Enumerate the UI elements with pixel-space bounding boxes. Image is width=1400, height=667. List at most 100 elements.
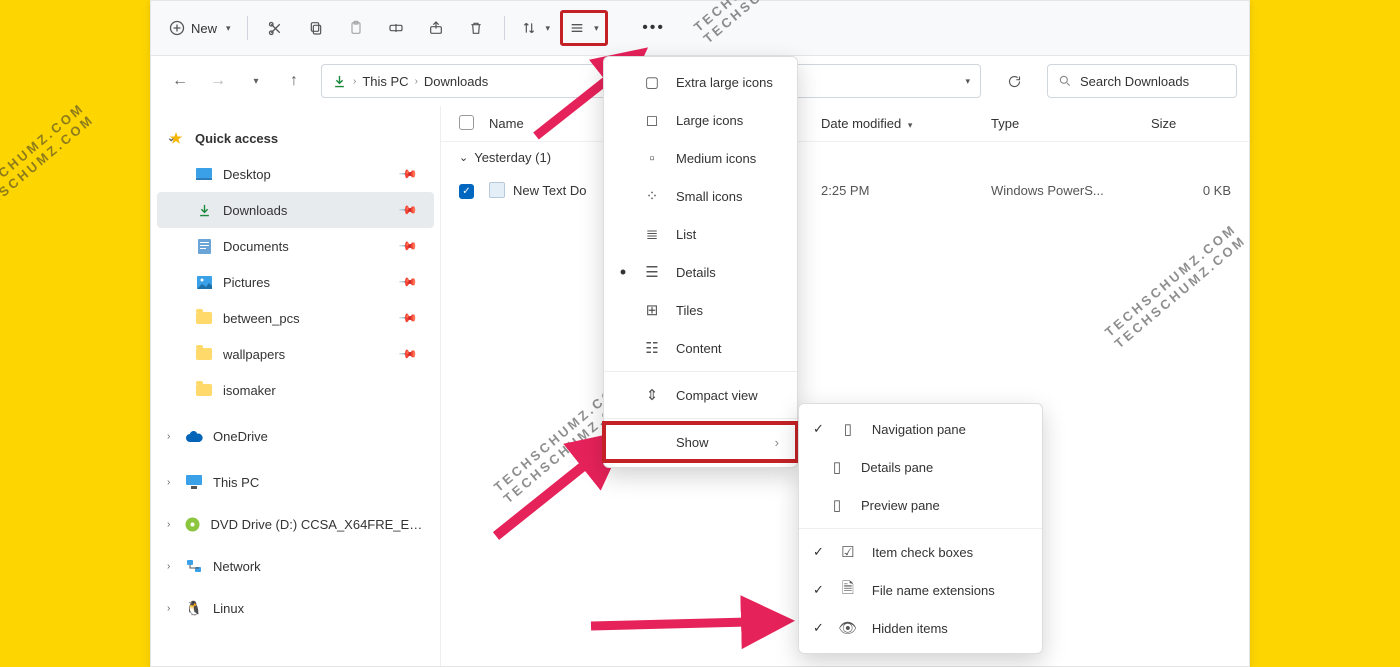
nav-pane-icon: ▯ — [838, 420, 858, 438]
file-date: 2:25 PM — [821, 183, 991, 198]
column-size[interactable]: Size — [1151, 116, 1231, 131]
search-box[interactable]: Search Downloads — [1047, 64, 1237, 98]
pin-icon: 📌 — [398, 344, 418, 364]
grid-sm-icon: ⁘ — [642, 187, 662, 205]
document-icon — [195, 237, 213, 255]
rename-button[interactable] — [378, 10, 414, 46]
submenu-navigation-pane[interactable]: ✓▯Navigation pane — [799, 410, 1042, 448]
sidebar-item-desktop[interactable]: Desktop📌 — [157, 156, 434, 192]
paste-button[interactable] — [338, 10, 374, 46]
sidebar-item-isomaker[interactable]: isomaker — [157, 372, 434, 408]
column-date[interactable]: Date modified ▾ — [821, 116, 991, 131]
pin-icon: 📌 — [398, 236, 418, 256]
pin-icon: 📌 — [398, 308, 418, 328]
refresh-icon — [1007, 74, 1022, 89]
sidebar-network[interactable]: ›Network — [157, 548, 434, 584]
delete-button[interactable] — [458, 10, 494, 46]
chevron-down-icon: ▾ — [226, 23, 231, 34]
pin-icon: 📌 — [398, 200, 418, 220]
checkbox-icon: ☑ — [838, 543, 858, 561]
submenu-preview-pane[interactable]: ▯Preview pane — [799, 486, 1042, 524]
scissors-icon — [267, 20, 284, 37]
breadcrumb-downloads[interactable]: Downloads — [424, 74, 488, 89]
pin-icon: 📌 — [398, 164, 418, 184]
chevron-right-icon: › — [775, 435, 779, 450]
folder-icon — [195, 309, 213, 327]
sidebar-linux[interactable]: ›🐧Linux — [157, 590, 434, 626]
check-icon: ✓ — [813, 620, 824, 636]
submenu-hidden-items[interactable]: ✓👁Hidden items — [799, 609, 1042, 647]
menu-show-submenu[interactable]: Show› — [604, 423, 797, 461]
chevron-down-icon: ▾ — [546, 23, 551, 34]
copy-button[interactable] — [298, 10, 334, 46]
new-button[interactable]: New ▾ — [163, 10, 237, 46]
compact-icon: ⇕ — [642, 386, 662, 404]
clipboard-icon — [348, 20, 364, 36]
breadcrumb-this-pc[interactable]: This PC — [362, 74, 408, 89]
share-button[interactable] — [418, 10, 454, 46]
submenu-item-check-boxes[interactable]: ✓☑Item check boxes — [799, 533, 1042, 571]
sidebar-onedrive[interactable]: ›OneDrive — [157, 418, 434, 454]
menu-medium-icons[interactable]: ▫Medium icons — [604, 139, 797, 177]
disc-icon — [185, 515, 201, 533]
view-button[interactable]: ▾ — [560, 10, 608, 46]
sidebar-dvd-drive[interactable]: ›DVD Drive (D:) CCSA_X64FRE_EN-US_D — [157, 506, 434, 542]
more-button[interactable]: ••• — [636, 10, 672, 46]
sidebar-item-wallpapers[interactable]: wallpapers📌 — [157, 336, 434, 372]
content-icon: ☷ — [642, 339, 662, 357]
sidebar-item-documents[interactable]: Documents📌 — [157, 228, 434, 264]
monitor-icon — [185, 473, 203, 491]
sort-icon — [521, 20, 537, 36]
chevron-right-icon: › — [353, 76, 356, 87]
chevron-down-icon: ⌄ — [459, 151, 468, 164]
recent-button[interactable]: ▾ — [239, 64, 273, 98]
grid-xl-icon: ▢ — [642, 73, 662, 91]
sidebar-this-pc[interactable]: ›This PC — [157, 464, 434, 500]
column-headers: Name Date modified ▾ Type Size — [441, 106, 1249, 142]
sidebar-item-downloads[interactable]: Downloads📌 — [157, 192, 434, 228]
menu-list[interactable]: ≣List — [604, 215, 797, 253]
back-button[interactable]: ← — [163, 64, 197, 98]
file-type: Windows PowerS... — [991, 183, 1151, 198]
pictures-icon — [195, 273, 213, 291]
menu-extra-large-icons[interactable]: ▢Extra large icons — [604, 63, 797, 101]
file-explorer-window: New ▾ ▾ ▾ ••• ← → ▾ ↑ › This PC › Downlo… — [150, 0, 1250, 667]
check-icon: ✓ — [813, 544, 824, 560]
row-checkbox[interactable]: ✓ — [459, 184, 474, 199]
menu-compact-view[interactable]: ⇕Compact view — [604, 376, 797, 414]
sidebar-item-between-pcs[interactable]: between_pcs📌 — [157, 300, 434, 336]
sidebar-item-pictures[interactable]: Pictures📌 — [157, 264, 434, 300]
sidebar-quick-access[interactable]: ⌄★Quick access — [157, 120, 434, 156]
plus-circle-icon — [169, 20, 185, 36]
rename-icon — [388, 20, 404, 36]
search-icon — [1058, 74, 1072, 88]
tiles-icon: ⊞ — [642, 301, 662, 319]
chevron-right-icon: › — [167, 431, 170, 442]
forward-button[interactable]: → — [201, 64, 235, 98]
menu-content[interactable]: ☷Content — [604, 329, 797, 367]
navigation-pane: ⌄★Quick access Desktop📌 Downloads📌 Docum… — [151, 106, 441, 666]
submenu-file-extensions[interactable]: ✓🗎File name extensions — [799, 571, 1042, 609]
chevron-down-icon[interactable]: ▾ — [965, 76, 970, 87]
command-bar: New ▾ ▾ ▾ ••• — [151, 1, 1249, 56]
network-icon — [185, 557, 203, 575]
search-placeholder: Search Downloads — [1080, 74, 1189, 89]
refresh-button[interactable] — [997, 64, 1031, 98]
column-type[interactable]: Type — [991, 116, 1151, 131]
file-row[interactable]: ✓ New Text Do 2:25 PM Windows PowerS... … — [441, 173, 1249, 207]
sort-button[interactable]: ▾ — [515, 10, 557, 46]
select-all-checkbox[interactable] — [459, 115, 474, 130]
eye-icon: 👁 — [838, 619, 858, 637]
list-icon: ≣ — [642, 225, 662, 243]
details-icon: ☰ — [642, 263, 662, 281]
cut-button[interactable] — [258, 10, 294, 46]
menu-small-icons[interactable]: ⁘Small icons — [604, 177, 797, 215]
submenu-details-pane[interactable]: ▯Details pane — [799, 448, 1042, 486]
menu-large-icons[interactable]: ◻Large icons — [604, 101, 797, 139]
menu-tiles[interactable]: ⊞Tiles — [604, 291, 797, 329]
group-yesterday[interactable]: ⌄Yesterday (1) — [441, 142, 1249, 173]
file-icon — [489, 182, 505, 198]
check-icon: ✓ — [813, 582, 824, 598]
menu-details[interactable]: •☰Details — [604, 253, 797, 291]
up-button[interactable]: ↑ — [277, 64, 311, 98]
